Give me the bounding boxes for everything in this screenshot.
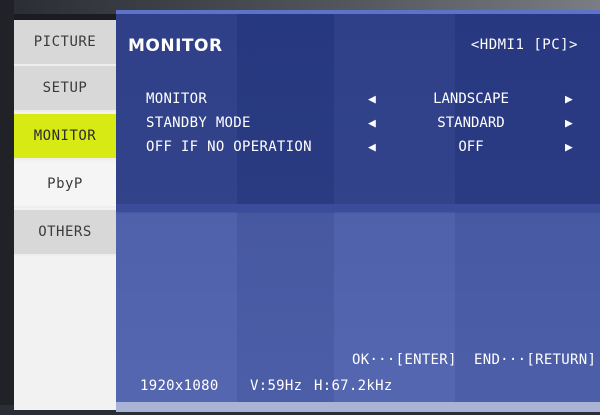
- sidebar-item-label: SETUP: [42, 80, 88, 96]
- sidebar-item-picture[interactable]: PICTURE: [14, 20, 116, 66]
- sidebar-item-setup[interactable]: SETUP: [14, 66, 116, 112]
- horizontal-frequency-readout: H:67.2kHz: [314, 378, 393, 394]
- vertical-frequency-readout: V:59Hz: [250, 378, 303, 394]
- panel-bottom-bar: [116, 402, 600, 412]
- end-return-hint: END···[RETURN]: [474, 352, 597, 368]
- sidebar-item-monitor[interactable]: MONITOR: [14, 114, 116, 160]
- setting-value: STANDARD: [437, 115, 505, 131]
- setting-value: LANDSCAPE: [433, 91, 509, 107]
- arrow-right-icon[interactable]: ▶: [565, 140, 573, 155]
- monitor-bezel-left: [0, 0, 14, 415]
- panel-divider: [116, 204, 600, 212]
- arrow-right-icon[interactable]: ▶: [565, 116, 573, 131]
- resolution-readout: 1920x1080: [140, 378, 219, 394]
- arrow-left-icon[interactable]: ◀: [368, 92, 376, 107]
- sidebar-item-label: OTHERS: [38, 224, 92, 240]
- arrow-left-icon[interactable]: ◀: [368, 140, 376, 155]
- setting-label: OFF IF NO OPERATION: [146, 139, 312, 155]
- setting-value: OFF: [458, 139, 484, 155]
- sidebar-item-others[interactable]: OTHERS: [14, 210, 116, 256]
- sidebar-item-label: MONITOR: [33, 128, 97, 144]
- sidebar-item-label: PICTURE: [33, 34, 97, 50]
- setting-label: STANDBY MODE: [146, 115, 251, 131]
- arrow-right-icon[interactable]: ▶: [565, 92, 573, 107]
- ok-enter-hint: OK···[ENTER]: [352, 352, 457, 368]
- setting-label: MONITOR: [146, 91, 208, 107]
- osd-sidebar: PICTURE SETUP MONITOR PbyP OTHERS: [14, 20, 116, 410]
- setting-row-off-if-no-operation[interactable]: OFF IF NO OPERATION ◀ OFF ▶: [116, 136, 600, 160]
- page-title: MONITOR: [128, 36, 223, 56]
- setting-row-monitor[interactable]: MONITOR ◀ LANDSCAPE ▶: [116, 88, 600, 112]
- input-source-label: <HDMI1 [PC]>: [470, 37, 578, 53]
- arrow-left-icon[interactable]: ◀: [368, 116, 376, 131]
- osd-main-panel: MONITOR <HDMI1 [PC]> MONITOR ◀ LANDSCAPE…: [116, 10, 600, 412]
- sidebar-item-label: PbyP: [47, 176, 83, 192]
- setting-row-standby-mode[interactable]: STANDBY MODE ◀ STANDARD ▶: [116, 112, 600, 136]
- sidebar-item-pbyp[interactable]: PbyP: [14, 162, 116, 208]
